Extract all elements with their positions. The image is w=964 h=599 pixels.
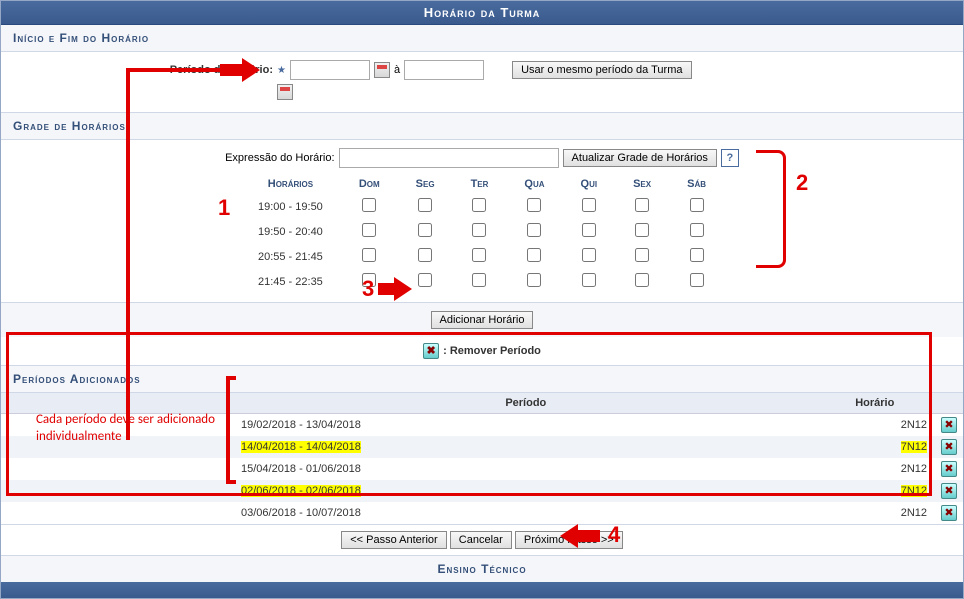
remove-legend: ✖ : Remover Período: [1, 337, 963, 365]
schedule-checkbox[interactable]: [582, 248, 596, 262]
schedule-checkbox[interactable]: [582, 273, 596, 287]
schedule-checkbox[interactable]: [472, 223, 486, 237]
horario-cell: 2N12: [817, 502, 935, 524]
schedule-checkbox[interactable]: [527, 273, 541, 287]
period-cell: 15/04/2018 - 01/06/2018: [1, 458, 817, 480]
remove-period-button[interactable]: ✖: [941, 417, 957, 433]
schedule-checkbox[interactable]: [362, 198, 376, 212]
section-header-inicio: Início e Fim do Horário: [1, 25, 963, 52]
grid-col-sab: Sáb: [669, 174, 724, 194]
schedule-checkbox[interactable]: [527, 223, 541, 237]
horario-cell: 2N12: [817, 458, 935, 480]
calendar-icon[interactable]: [374, 62, 390, 78]
schedule-checkbox[interactable]: [690, 273, 704, 287]
periodo-end-input[interactable]: [404, 60, 484, 80]
horario-cell: 7N12: [817, 436, 935, 458]
table-row: 19/02/2018 - 13/04/20182N12 ✖: [1, 414, 963, 437]
schedule-checkbox[interactable]: [418, 223, 432, 237]
remove-legend-text: : Remover Período: [443, 345, 541, 357]
period-cell: 19/02/2018 - 13/04/2018: [1, 414, 817, 437]
grid-col-horarios: Horários: [240, 174, 341, 194]
time-slot: 19:50 - 20:40: [240, 219, 341, 244]
calendar-icon[interactable]: [277, 84, 293, 100]
update-grid-button[interactable]: Atualizar Grade de Horários: [563, 149, 717, 167]
expressao-input[interactable]: [339, 148, 559, 168]
footer-label: Ensino Técnico: [1, 555, 963, 582]
horario-cell: 7N12: [817, 480, 935, 502]
schedule-grid: Horários Dom Seg Ter Qua Qui Sex Sáb 19:…: [240, 174, 724, 294]
grid-col-seg: Seg: [398, 174, 453, 194]
schedule-checkbox[interactable]: [635, 273, 649, 287]
schedule-checkbox[interactable]: [362, 223, 376, 237]
grid-col-qua: Qua: [506, 174, 562, 194]
period-cell: 14/04/2018 - 14/04/2018: [1, 436, 817, 458]
table-row: 15/04/2018 - 01/06/20182N12 ✖: [1, 458, 963, 480]
schedule-checkbox[interactable]: [635, 223, 649, 237]
periods-table: Período Horário 19/02/2018 - 13/04/20182…: [1, 393, 963, 524]
table-row: 14/04/2018 - 14/04/20187N12 ✖: [1, 436, 963, 458]
schedule-checkbox[interactable]: [418, 248, 432, 262]
prev-step-button[interactable]: << Passo Anterior: [341, 531, 446, 549]
grid-col-ter: Ter: [453, 174, 507, 194]
remove-period-button[interactable]: ✖: [941, 461, 957, 477]
required-star-icon: ★: [277, 65, 286, 76]
time-slot: 19:00 - 19:50: [240, 194, 341, 219]
remove-icon: ✖: [423, 343, 439, 359]
expressao-label: Expressão do Horário:: [225, 152, 334, 164]
schedule-checkbox[interactable]: [690, 248, 704, 262]
section-header-grade: Grade de Horários: [1, 113, 963, 140]
time-slot: 20:55 - 21:45: [240, 244, 341, 269]
schedule-checkbox[interactable]: [418, 198, 432, 212]
schedule-checkbox[interactable]: [635, 198, 649, 212]
periodo-horario-label: Período do Horário:: [153, 64, 273, 76]
table-row: 02/06/2018 - 02/06/20187N12 ✖: [1, 480, 963, 502]
col-actions: [935, 393, 963, 414]
schedule-checkbox[interactable]: [690, 198, 704, 212]
schedule-checkbox[interactable]: [527, 198, 541, 212]
period-cell: 03/06/2018 - 10/07/2018: [1, 502, 817, 524]
section-header-periodos: Períodos Adicionados: [1, 366, 963, 393]
grid-col-sex: Sex: [615, 174, 669, 194]
col-periodo: Período: [1, 393, 817, 414]
page-title: Horário da Turma: [1, 1, 963, 25]
time-slot: 21:45 - 22:35: [240, 269, 341, 294]
schedule-checkbox[interactable]: [582, 223, 596, 237]
schedule-checkbox[interactable]: [582, 198, 596, 212]
schedule-checkbox[interactable]: [418, 273, 432, 287]
schedule-checkbox[interactable]: [362, 248, 376, 262]
grid-col-qui: Qui: [563, 174, 616, 194]
schedule-checkbox[interactable]: [690, 223, 704, 237]
schedule-checkbox[interactable]: [472, 198, 486, 212]
remove-period-button[interactable]: ✖: [941, 483, 957, 499]
schedule-checkbox[interactable]: [472, 273, 486, 287]
horario-cell: 2N12: [817, 414, 935, 437]
schedule-checkbox[interactable]: [527, 248, 541, 262]
footer-bar: [1, 582, 963, 598]
add-horario-button[interactable]: Adicionar Horário: [431, 311, 534, 329]
help-icon[interactable]: ?: [721, 149, 739, 167]
schedule-checkbox[interactable]: [362, 273, 376, 287]
periodo-start-input[interactable]: [290, 60, 370, 80]
periodo-separator: à: [394, 64, 400, 76]
table-row: 03/06/2018 - 10/07/20182N12 ✖: [1, 502, 963, 524]
remove-period-button[interactable]: ✖: [941, 505, 957, 521]
schedule-checkbox[interactable]: [472, 248, 486, 262]
col-horario: Horário: [817, 393, 935, 414]
next-step-button[interactable]: Próximo Passo >>: [515, 531, 623, 549]
cancel-button[interactable]: Cancelar: [450, 531, 512, 549]
schedule-checkbox[interactable]: [635, 248, 649, 262]
period-cell: 02/06/2018 - 02/06/2018: [1, 480, 817, 502]
remove-period-button[interactable]: ✖: [941, 439, 957, 455]
grid-col-dom: Dom: [341, 174, 398, 194]
same-period-button[interactable]: Usar o mesmo período da Turma: [512, 61, 691, 79]
